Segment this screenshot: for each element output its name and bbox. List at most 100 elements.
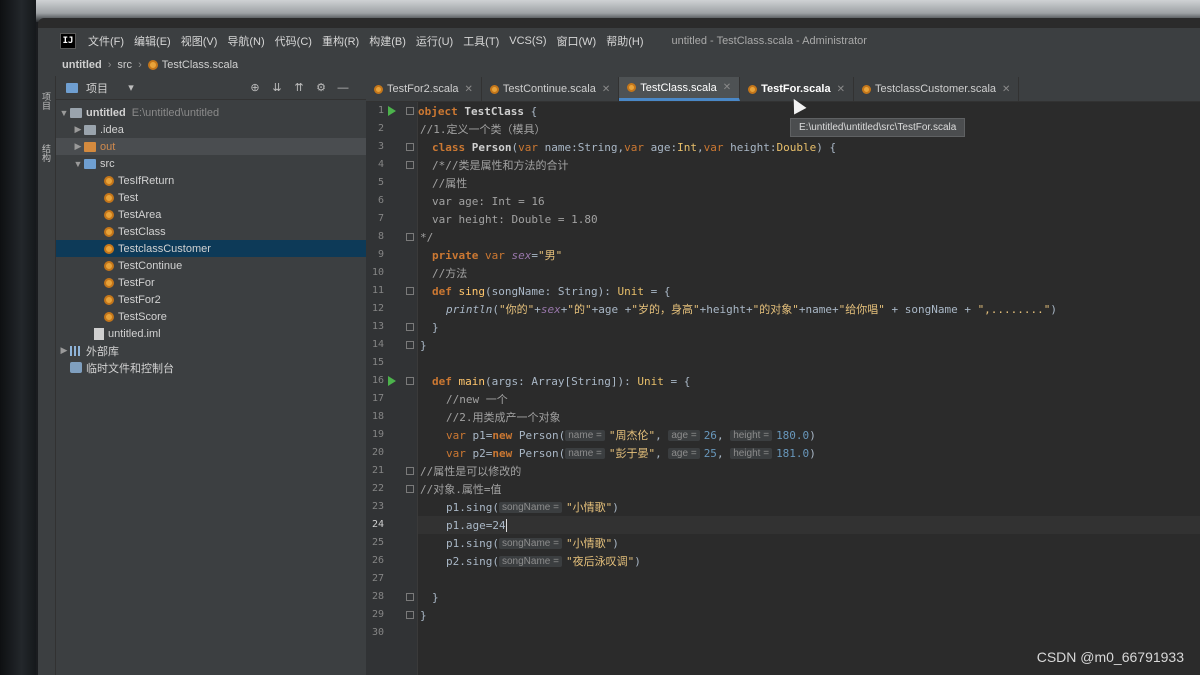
code-line[interactable]: //方法 bbox=[418, 264, 1200, 282]
close-icon[interactable]: ✕ bbox=[1002, 84, 1010, 95]
fold-toggle-icon[interactable] bbox=[406, 287, 414, 295]
tree-node-out[interactable]: ▶ out bbox=[56, 138, 366, 155]
code-line-current[interactable]: p1.age=24 bbox=[418, 516, 1200, 534]
tree-node-scratches[interactable]: 临时文件和控制台 bbox=[56, 359, 366, 376]
chevron-right-icon[interactable]: ▶ bbox=[72, 124, 84, 135]
code-line[interactable]: //new 一个 bbox=[418, 390, 1200, 408]
code-line[interactable]: var height: Double = 1.80 bbox=[418, 210, 1200, 228]
chevron-down-icon[interactable]: ▼ bbox=[72, 159, 84, 169]
code-line[interactable]: } bbox=[418, 588, 1200, 606]
fold-toggle-icon[interactable] bbox=[406, 323, 414, 331]
fold-toggle-icon[interactable] bbox=[406, 143, 414, 151]
menu-refactor[interactable]: 重构(R) bbox=[322, 33, 359, 49]
chevron-right-icon[interactable]: ▶ bbox=[58, 345, 70, 356]
fold-toggle-icon[interactable] bbox=[406, 377, 414, 385]
tree-node-external-libraries[interactable]: ▶ 外部库 bbox=[56, 342, 366, 359]
menu-help[interactable]: 帮助(H) bbox=[606, 33, 643, 49]
menu-build[interactable]: 构建(B) bbox=[369, 33, 406, 49]
fold-toggle-icon[interactable] bbox=[406, 341, 414, 349]
code-line[interactable]: } bbox=[418, 606, 1200, 624]
fold-toggle-icon[interactable] bbox=[406, 467, 414, 475]
menu-edit[interactable]: 编辑(E) bbox=[134, 33, 171, 49]
tree-file[interactable]: TestArea bbox=[56, 206, 366, 223]
code-line[interactable]: */ bbox=[418, 228, 1200, 246]
code-line[interactable]: //属性是可以修改的 bbox=[418, 462, 1200, 480]
tree-file[interactable]: Test bbox=[56, 189, 366, 206]
code-line[interactable]: private var sex = "男" bbox=[418, 246, 1200, 264]
close-icon[interactable]: ✕ bbox=[602, 84, 610, 95]
code-line[interactable] bbox=[418, 624, 1200, 642]
fold-toggle-icon[interactable] bbox=[406, 107, 414, 115]
tree-node-src[interactable]: ▼ src bbox=[56, 155, 366, 172]
editor-gutter[interactable]: 1 2 3 4 5 6 7 8 9 10 11 12 13 14 15 16 17 18 19 20 21 22 23 24 2… bbox=[366, 102, 418, 675]
tree-file-iml[interactable]: untitled.iml bbox=[56, 325, 366, 342]
tree-file[interactable]: TestClass bbox=[56, 223, 366, 240]
menu-file[interactable]: 文件(F) bbox=[88, 33, 124, 49]
breadcrumb-folder[interactable]: src bbox=[117, 59, 132, 71]
tree-node-root[interactable]: ▼ untitled E:\untitled\untitled bbox=[56, 104, 366, 121]
code-line[interactable]: class Person(var name:String, var age: Int… bbox=[418, 138, 1200, 156]
menu-code[interactable]: 代码(C) bbox=[275, 33, 312, 49]
tree-file[interactable]: TesIfReturn bbox=[56, 172, 366, 189]
code-line[interactable]: def sing (songName: String): Unit = { bbox=[418, 282, 1200, 300]
menu-view[interactable]: 视图(V) bbox=[181, 33, 218, 49]
code-line[interactable]: p1.sing(songName = "小情歌") bbox=[418, 498, 1200, 516]
menu-tools[interactable]: 工具(T) bbox=[463, 33, 499, 49]
code-area[interactable]: object TestClass { //1.定义一个类（模具） class P… bbox=[418, 102, 1200, 675]
breadcrumb-project[interactable]: untitled bbox=[62, 59, 102, 71]
code-line[interactable]: var p1= new Person(name = "周杰伦", age = 26, … bbox=[418, 426, 1200, 444]
code-line[interactable]: p1.sing(songName = "小情歌") bbox=[418, 534, 1200, 552]
code-line[interactable]: p2.sing(songName = "夜后泳叹调") bbox=[418, 552, 1200, 570]
tab-testcontinue[interactable]: TestContinue.scala ✕ bbox=[482, 77, 620, 101]
menu-vcs[interactable]: VCS(S) bbox=[509, 35, 546, 47]
tab-testclasscustomer[interactable]: TestclassCustomer.scala ✕ bbox=[854, 77, 1020, 101]
collapse-all-icon[interactable]: ⇈ bbox=[292, 81, 306, 95]
minimize-icon[interactable]: — bbox=[336, 81, 350, 95]
code-line[interactable]: } bbox=[418, 336, 1200, 354]
fold-toggle-icon[interactable] bbox=[406, 161, 414, 169]
code-line[interactable]: //属性 bbox=[418, 174, 1200, 192]
chevron-right-icon[interactable]: ▶ bbox=[72, 141, 84, 152]
code-line[interactable]: var age: Int = 16 bbox=[418, 192, 1200, 210]
code-line[interactable] bbox=[418, 354, 1200, 372]
chevron-down-icon[interactable]: ▾ bbox=[124, 81, 138, 95]
run-gutter-icon[interactable] bbox=[388, 376, 396, 386]
code-line[interactable]: var p2= new Person(name = "彭于晏", age = 25, … bbox=[418, 444, 1200, 462]
tree-node-idea[interactable]: ▶ .idea bbox=[56, 121, 366, 138]
locate-icon[interactable]: ⊕ bbox=[248, 81, 262, 95]
tree-file[interactable]: TestFor bbox=[56, 274, 366, 291]
code-line[interactable]: } bbox=[418, 318, 1200, 336]
tree-file[interactable]: TestFor2 bbox=[56, 291, 366, 308]
fold-toggle-icon[interactable] bbox=[406, 611, 414, 619]
code-line[interactable]: println("你的" + sex + "的" +age + "岁的，身高" +height… bbox=[418, 300, 1200, 318]
tree-file[interactable]: TestContinue bbox=[56, 257, 366, 274]
run-gutter-icon[interactable] bbox=[388, 106, 396, 116]
code-line[interactable]: def main (args: Array[String]): Unit = { bbox=[418, 372, 1200, 390]
expand-all-icon[interactable]: ⇊ bbox=[270, 81, 284, 95]
code-line[interactable] bbox=[418, 570, 1200, 588]
code-line[interactable]: //2.用类成产一个对象 bbox=[418, 408, 1200, 426]
structure-tool-button[interactable]: 结构 bbox=[40, 144, 53, 162]
close-icon[interactable]: ✕ bbox=[837, 84, 845, 95]
fold-toggle-icon[interactable] bbox=[406, 233, 414, 241]
code-line[interactable]: /*//类是属性和方法的合计 bbox=[418, 156, 1200, 174]
chevron-down-icon[interactable]: ▼ bbox=[58, 108, 70, 118]
breadcrumb-file[interactable]: TestClass.scala bbox=[162, 59, 238, 71]
fold-toggle-icon[interactable] bbox=[406, 593, 414, 601]
code-editor[interactable]: 1 2 3 4 5 6 7 8 9 10 11 12 13 14 15 16 17 18 19 20 21 22 23 24 2… bbox=[366, 102, 1200, 675]
close-icon[interactable]: ✕ bbox=[723, 82, 731, 93]
menu-navigate[interactable]: 导航(N) bbox=[227, 33, 264, 49]
project-tool-button[interactable]: 项目 bbox=[40, 92, 53, 110]
tab-testclass[interactable]: TestClass.scala ✕ bbox=[619, 77, 741, 101]
project-panel-title[interactable]: 项目 bbox=[86, 80, 108, 96]
menu-window[interactable]: 窗口(W) bbox=[557, 33, 597, 49]
tree-file[interactable]: TestScore bbox=[56, 308, 366, 325]
tree-file-selected[interactable]: TestclassCustomer bbox=[56, 240, 366, 257]
code-line[interactable]: //对象.属性=值 bbox=[418, 480, 1200, 498]
fold-toggle-icon[interactable] bbox=[406, 485, 414, 493]
tree-label: 临时文件和控制台 bbox=[86, 362, 174, 375]
close-icon[interactable]: ✕ bbox=[465, 84, 473, 95]
gear-icon[interactable]: ⚙ bbox=[314, 81, 328, 95]
menu-run[interactable]: 运行(U) bbox=[416, 33, 453, 49]
tab-testfor2[interactable]: TestFor2.scala ✕ bbox=[366, 77, 482, 101]
